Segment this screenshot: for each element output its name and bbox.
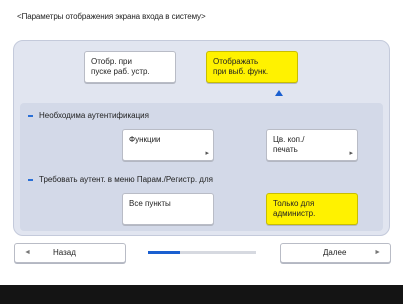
show-at-startup-label-2: пуске раб. устр. <box>91 67 150 76</box>
back-label: Назад <box>53 248 76 257</box>
color-copy-print-button[interactable]: Цв. коп./ печать ▸ <box>266 129 358 161</box>
progress-fill <box>148 251 181 254</box>
settings-panel: Отобр. при пуске раб. устр. Отображать п… <box>13 40 390 236</box>
settings-auth-heading: Требовать аутент. в меню Парам./Регистр.… <box>28 175 213 184</box>
chevron-right-icon: ▸ <box>205 150 209 157</box>
admin-only-button[interactable]: Только для администр. <box>266 193 358 225</box>
arrow-right-icon: ► <box>374 249 381 256</box>
show-on-function-select-label-1: Отображать <box>213 57 259 66</box>
next-button[interactable]: Далее ► <box>280 243 391 263</box>
bullet-icon <box>28 114 33 117</box>
arrow-left-icon: ◄ <box>24 249 31 256</box>
auth-required-label: Необходима аутентификация <box>39 111 149 120</box>
settings-auth-label: Требовать аутент. в меню Парам./Регистр.… <box>39 175 213 184</box>
color-copy-print-label-1: Цв. коп./ <box>273 135 305 144</box>
admin-only-label-2: администр. <box>273 209 316 218</box>
all-items-button[interactable]: Все пункты <box>122 193 214 225</box>
auth-required-heading: Необходима аутентификация <box>28 111 149 120</box>
admin-only-label-1: Только для <box>273 199 315 208</box>
chevron-right-icon: ▸ <box>349 150 353 157</box>
progress-bar <box>148 251 256 254</box>
auth-section: Необходима аутентификация Функции ▸ Цв. … <box>20 103 383 231</box>
selected-indicator-icon <box>275 90 283 96</box>
all-items-label: Все пункты <box>129 199 171 208</box>
back-button[interactable]: ◄ Назад <box>14 243 126 263</box>
color-copy-print-label-2: печать <box>273 145 298 154</box>
functions-button[interactable]: Функции ▸ <box>122 129 214 161</box>
functions-label: Функции <box>129 135 161 144</box>
next-label: Далее <box>323 248 347 257</box>
show-on-function-select-label-2: при выб. функ. <box>213 67 269 76</box>
show-at-startup-label-1: Отобр. при <box>91 57 132 66</box>
show-at-startup-button[interactable]: Отобр. при пуске раб. устр. <box>84 51 176 83</box>
page-title: <Параметры отображения экрана входа в си… <box>17 12 206 21</box>
show-on-function-select-button[interactable]: Отображать при выб. функ. <box>206 51 298 83</box>
status-bar <box>0 285 403 304</box>
bullet-icon <box>28 178 33 181</box>
